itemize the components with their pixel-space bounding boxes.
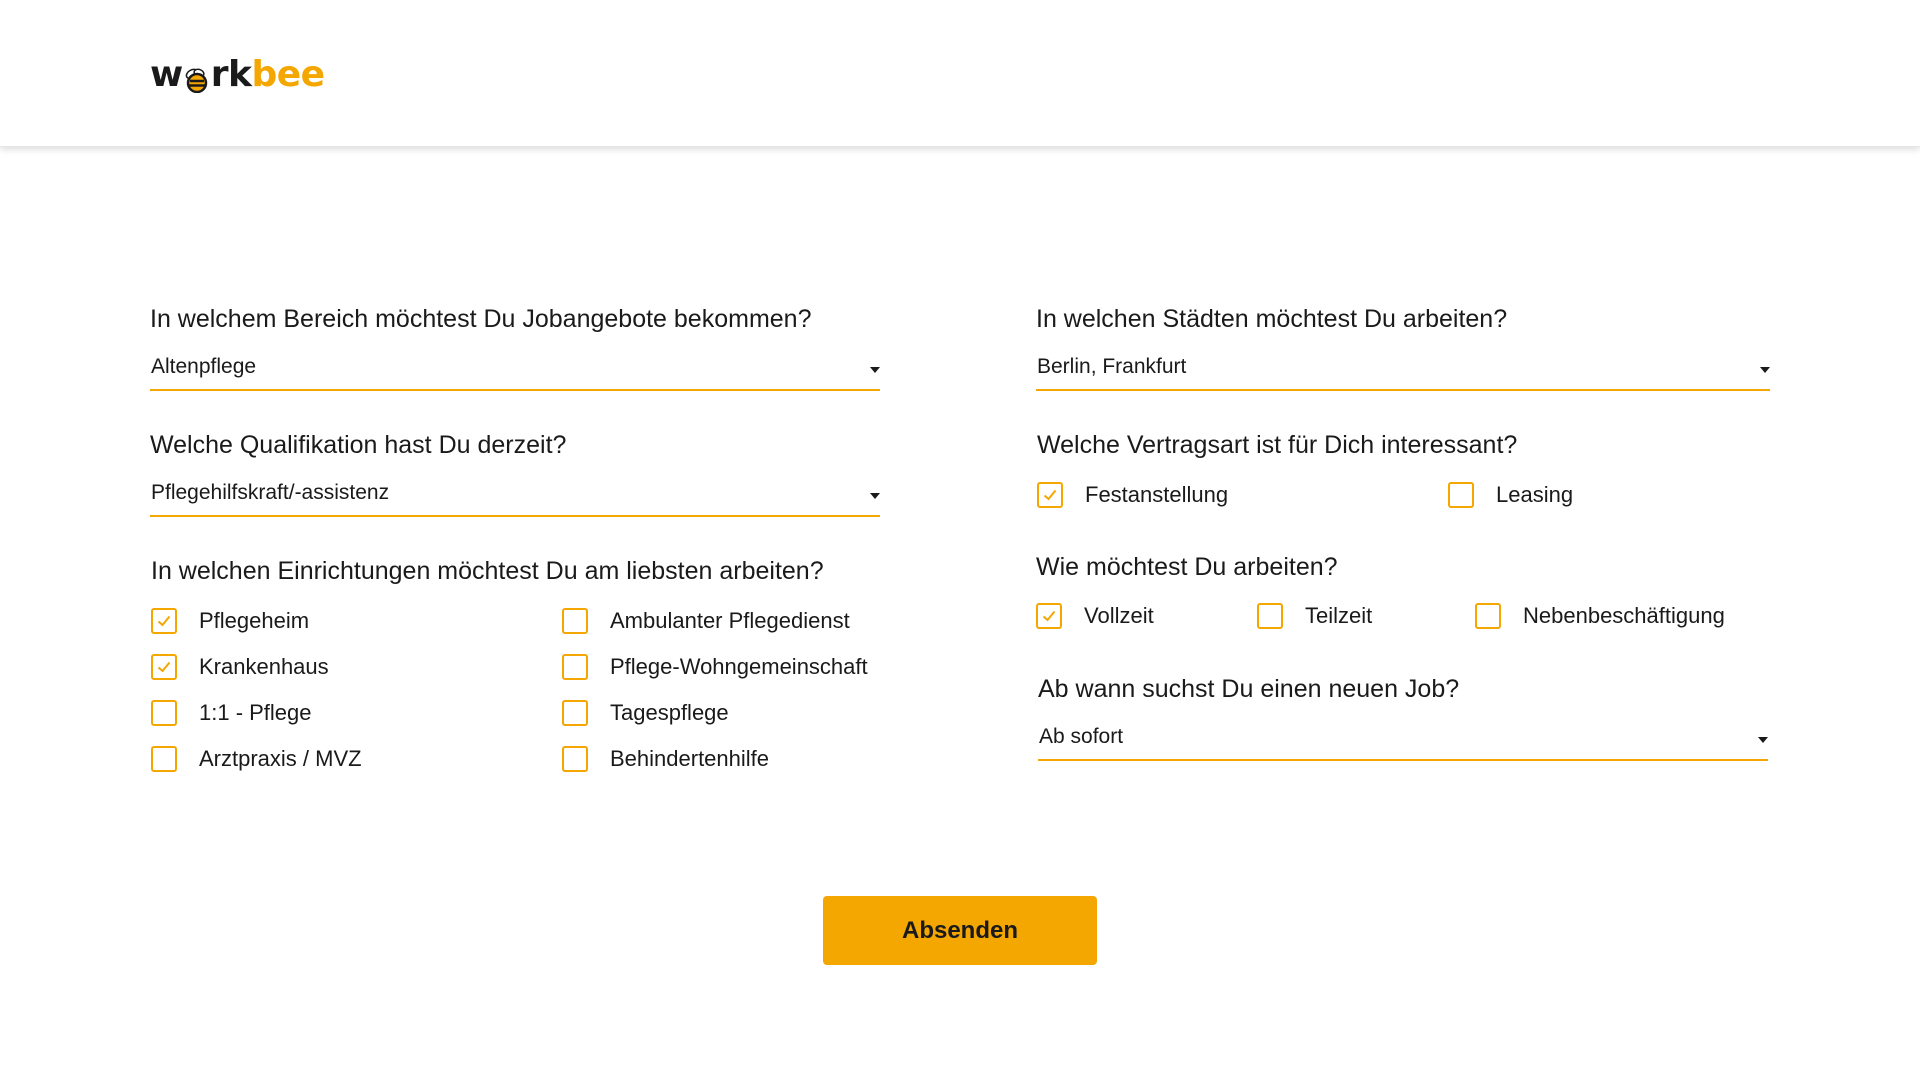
checkbox-box[interactable] bbox=[151, 746, 177, 772]
checkbox-label: Pflegeheim bbox=[199, 608, 310, 633]
vertragsart-checkbox-leasing[interactable]: Leasing bbox=[1448, 481, 1573, 509]
bee-icon bbox=[184, 61, 210, 94]
checkbox-box[interactable] bbox=[1036, 603, 1062, 629]
checkbox-label: Pflege-Wohngemeinschaft bbox=[610, 654, 868, 679]
arbeitszeit-checkbox-teilzeit[interactable]: Teilzeit bbox=[1257, 602, 1372, 630]
chevron-down-icon bbox=[870, 367, 880, 373]
checkbox-label: Teilzeit bbox=[1305, 603, 1373, 628]
checkbox-box[interactable] bbox=[1037, 482, 1063, 508]
start-select[interactable]: Ab sofort bbox=[1038, 725, 1768, 761]
einrichtung-checkbox-eins-zu-eins-pflege[interactable]: 1:1 - Pflege bbox=[151, 699, 312, 727]
einrichtung-checkbox-pflege-wohngemeinschaft[interactable]: Pflege-Wohngemeinschaft bbox=[562, 653, 868, 681]
checkbox-label: 1:1 - Pflege bbox=[199, 700, 312, 725]
einrichtung-checkbox-krankenhaus[interactable]: Krankenhaus bbox=[151, 653, 329, 681]
vertragsart-checkbox-festanstellung[interactable]: Festanstellung bbox=[1037, 481, 1228, 509]
check-icon bbox=[157, 661, 171, 673]
chevron-down-icon bbox=[1758, 737, 1768, 743]
checkbox-box[interactable] bbox=[1257, 603, 1283, 629]
arbeitszeit-question: Wie möchtest Du arbeiten? bbox=[1036, 553, 1338, 581]
einrichtung-checkbox-arztpraxis-mvz[interactable]: Arztpraxis / MVZ bbox=[151, 745, 362, 773]
einrichtung-checkbox-tagespflege[interactable]: Tagespflege bbox=[562, 699, 729, 727]
submit-button[interactable]: Absenden bbox=[823, 896, 1097, 965]
checkbox-box[interactable] bbox=[562, 608, 588, 634]
einrichtung-checkbox-ambulanter-pflegedienst[interactable]: Ambulanter Pflegedienst bbox=[562, 607, 850, 635]
arbeitszeit-checkbox-vollzeit[interactable]: Vollzeit bbox=[1036, 602, 1154, 630]
einrichtungen-question: In welchen Einrichtungen möchtest Du am … bbox=[151, 557, 824, 585]
qualifikation-select[interactable]: Pflegehilfskraft/-assistenz bbox=[150, 481, 880, 517]
checkbox-label: Arztpraxis / MVZ bbox=[199, 746, 362, 771]
checkbox-box[interactable] bbox=[1475, 603, 1501, 629]
checkbox-label: Tagespflege bbox=[610, 700, 729, 725]
checkbox-label: Behindertenhilfe bbox=[610, 746, 770, 771]
arbeitszeit-checkbox-nebenbeschaeftigung[interactable]: Nebenbeschäftigung bbox=[1475, 602, 1725, 630]
start-question: Ab wann suchst Du einen neuen Job? bbox=[1038, 675, 1460, 703]
checkbox-label: Festanstellung bbox=[1085, 482, 1229, 507]
logo-text-start: w bbox=[150, 53, 183, 95]
chevron-down-icon bbox=[1760, 367, 1770, 373]
checkbox-box[interactable] bbox=[151, 654, 177, 680]
checkbox-label: Ambulanter Pflegedienst bbox=[610, 608, 850, 633]
check-icon bbox=[157, 615, 171, 627]
site-header: w rk bee bbox=[0, 0, 1920, 147]
start-select-value: Ab sofort bbox=[1039, 725, 1124, 748]
logo-text-mid: rk bbox=[210, 53, 252, 95]
checkbox-label: Krankenhaus bbox=[199, 654, 329, 679]
checkbox-box[interactable] bbox=[151, 700, 177, 726]
staedte-select[interactable]: Berlin, Frankfurt bbox=[1036, 355, 1770, 391]
einrichtung-checkbox-behindertenhilfe[interactable]: Behindertenhilfe bbox=[562, 745, 769, 773]
check-icon bbox=[1043, 489, 1057, 501]
staedte-question: In welchen Städten möchtest Du arbeiten? bbox=[1036, 305, 1508, 333]
checkbox-label: Leasing bbox=[1496, 482, 1574, 507]
bereich-select-value: Altenpflege bbox=[151, 355, 257, 378]
qualifikation-question: Welche Qualifikation hast Du derzeit? bbox=[150, 431, 567, 459]
vertragsart-question: Welche Vertragsart ist für Dich interess… bbox=[1037, 431, 1518, 459]
checkbox-label: Nebenbeschäftigung bbox=[1523, 603, 1725, 628]
checkbox-box[interactable] bbox=[562, 700, 588, 726]
bereich-select[interactable]: Altenpflege bbox=[150, 355, 880, 391]
check-icon bbox=[1042, 610, 1056, 622]
staedte-select-value: Berlin, Frankfurt bbox=[1037, 355, 1187, 378]
checkbox-box[interactable] bbox=[562, 746, 588, 772]
checkbox-box[interactable] bbox=[562, 654, 588, 680]
qualifikation-select-value: Pflegehilfskraft/-assistenz bbox=[151, 481, 390, 504]
einrichtung-checkbox-pflegeheim[interactable]: Pflegeheim bbox=[151, 607, 309, 635]
checkbox-label: Vollzeit bbox=[1084, 603, 1154, 628]
logo-text-end: bee bbox=[251, 53, 325, 95]
checkbox-box[interactable] bbox=[1448, 482, 1474, 508]
bereich-question: In welchem Bereich möchtest Du Jobangebo… bbox=[150, 305, 812, 333]
chevron-down-icon bbox=[870, 493, 880, 499]
workbee-logo[interactable]: w rk bee bbox=[150, 53, 325, 95]
checkbox-box[interactable] bbox=[151, 608, 177, 634]
